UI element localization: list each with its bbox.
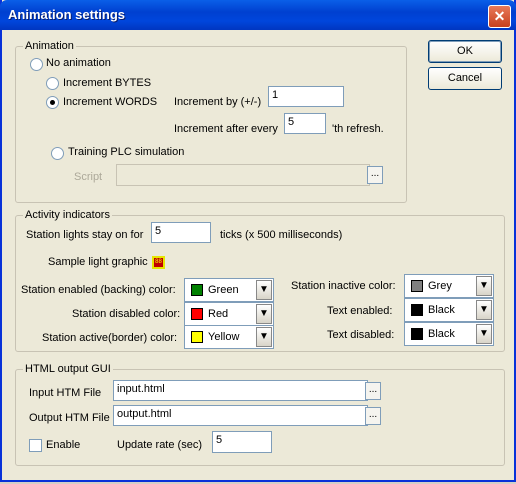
- increment-words-label: Increment WORDS: [63, 96, 158, 108]
- script-label: Script: [74, 171, 103, 183]
- script-input[interactable]: [116, 164, 370, 186]
- input-htm-input[interactable]: input.html: [113, 380, 368, 401]
- input-htm-value: input.html: [117, 383, 165, 395]
- lights-stay-input[interactable]: 5: [151, 222, 211, 243]
- cancel-button[interactable]: Cancel: [428, 67, 502, 90]
- no-animation-label: No animation: [46, 57, 111, 69]
- title-bar[interactable]: Animation settings ✕: [0, 0, 516, 30]
- increment-bytes-radio[interactable]: [46, 77, 59, 90]
- chevron-down-icon[interactable]: ▼: [476, 276, 492, 296]
- station-disabled-select[interactable]: Red ▼: [184, 302, 274, 326]
- html-output-legend: HTML output GUI: [23, 363, 113, 375]
- sample-light-text: 88: [155, 259, 162, 265]
- increment-after-label: Increment after every: [174, 123, 278, 135]
- chevron-down-icon[interactable]: ▼: [256, 327, 272, 347]
- cancel-button-label: Cancel: [447, 72, 483, 84]
- update-rate-input[interactable]: 5: [212, 431, 272, 453]
- lights-stay-value: 5: [155, 225, 162, 237]
- sample-light-label: Sample light graphic: [48, 256, 148, 268]
- text-enabled-label: Text enabled:: [327, 305, 393, 317]
- script-browse-button[interactable]: ...: [367, 166, 383, 184]
- chevron-down-icon[interactable]: ▼: [256, 304, 272, 324]
- text-enabled-value: Black: [428, 304, 455, 316]
- station-active-swatch: [191, 331, 203, 343]
- no-animation-radio[interactable]: [30, 58, 43, 71]
- increment-after-value: 5: [288, 116, 295, 128]
- enable-checkbox[interactable]: [29, 439, 42, 452]
- station-enabled-select[interactable]: Green ▼: [184, 278, 274, 302]
- update-rate-value: 5: [216, 434, 223, 446]
- ok-button-label: OK: [457, 45, 473, 57]
- input-htm-label: Input HTM File: [29, 387, 102, 399]
- text-disabled-select[interactable]: Black ▼: [404, 322, 494, 346]
- training-plc-radio[interactable]: [51, 147, 64, 160]
- training-plc-label: Training PLC simulation: [68, 146, 185, 158]
- close-button[interactable]: ✕: [488, 5, 511, 28]
- dialog-window: Animation settings ✕ OK Cancel Animation…: [0, 0, 516, 482]
- enable-label: Enable: [46, 439, 81, 451]
- animation-group: Animation No animation Increment BYTES I…: [15, 40, 407, 203]
- refresh-suffix-label: 'th refresh.: [332, 123, 384, 135]
- dialog-body: OK Cancel Animation No animation Increme…: [2, 30, 514, 478]
- chevron-down-icon[interactable]: ▼: [256, 280, 272, 300]
- text-disabled-label: Text disabled:: [327, 329, 395, 341]
- output-htm-label: Output HTM File: [29, 412, 110, 424]
- sample-light-graphic: 88: [152, 256, 165, 269]
- text-disabled-value: Black: [428, 328, 455, 340]
- html-output-group: HTML output GUI Input HTM File input.htm…: [15, 363, 505, 466]
- ticks-label: ticks (x 500 milliseconds): [220, 229, 343, 241]
- increment-by-value: 1: [272, 89, 279, 101]
- station-disabled-swatch: [191, 308, 203, 320]
- chevron-down-icon[interactable]: ▼: [476, 324, 492, 344]
- station-active-label: Station active(border) color:: [42, 332, 178, 344]
- station-enabled-value: Green: [208, 284, 239, 296]
- input-browse-button[interactable]: ...: [365, 382, 381, 400]
- increment-after-input[interactable]: 5: [284, 113, 326, 134]
- chevron-down-icon[interactable]: ▼: [476, 300, 492, 320]
- update-rate-label: Update rate (sec): [117, 439, 202, 451]
- close-icon: ✕: [493, 8, 506, 24]
- station-disabled-value: Red: [208, 308, 229, 320]
- station-active-value: Yellow: [208, 331, 240, 343]
- increment-by-input[interactable]: 1: [268, 86, 344, 107]
- station-disabled-label: Station disabled color:: [72, 308, 181, 320]
- activity-legend: Activity indicators: [23, 209, 112, 221]
- text-enabled-select[interactable]: Black ▼: [404, 298, 494, 322]
- text-enabled-swatch: [411, 304, 423, 316]
- increment-bytes-label: Increment BYTES: [63, 77, 152, 89]
- station-inactive-value: Grey: [428, 280, 452, 292]
- animation-legend: Animation: [23, 40, 76, 52]
- station-enabled-swatch: [191, 284, 203, 296]
- increment-by-label: Increment by (+/-): [174, 96, 262, 108]
- station-inactive-select[interactable]: Grey ▼: [404, 274, 494, 298]
- activity-indicators-group: Activity indicators Station lights stay …: [15, 209, 505, 352]
- station-enabled-label: Station enabled (backing) color:: [21, 284, 176, 296]
- station-inactive-label: Station inactive color:: [291, 280, 396, 292]
- lights-stay-label: Station lights stay on for: [26, 229, 144, 241]
- station-active-select[interactable]: Yellow ▼: [184, 325, 274, 349]
- output-htm-input[interactable]: output.html: [113, 405, 368, 426]
- output-htm-value: output.html: [117, 408, 172, 420]
- station-inactive-swatch: [411, 280, 423, 292]
- increment-words-radio[interactable]: [46, 96, 59, 109]
- window-title: Animation settings: [8, 7, 126, 22]
- ok-button[interactable]: OK: [428, 40, 502, 63]
- output-browse-button[interactable]: ...: [365, 407, 381, 425]
- text-disabled-swatch: [411, 328, 423, 340]
